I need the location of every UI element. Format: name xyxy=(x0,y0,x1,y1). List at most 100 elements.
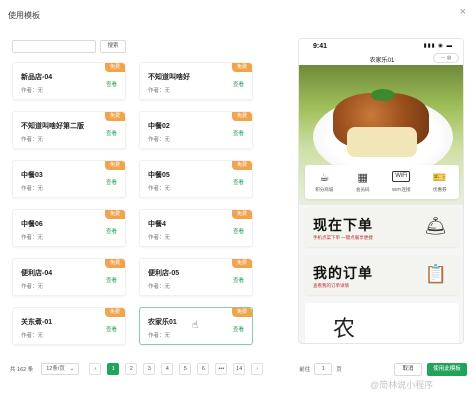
card-title: 新品店-04 xyxy=(21,74,53,81)
free-badge: 免费 xyxy=(105,308,125,317)
card-title: 中餐06 xyxy=(21,221,43,228)
view-link[interactable]: 查看 xyxy=(106,227,117,235)
qrcode-icon: ▦ xyxy=(357,172,368,184)
free-badge: 免费 xyxy=(105,112,125,121)
free-badge: 免费 xyxy=(232,112,252,121)
entry-label: 会员码 xyxy=(356,187,370,192)
phone-time: 9:41 xyxy=(313,43,328,50)
page-button[interactable]: 4 xyxy=(161,363,174,375)
card-title: 便利店-05 xyxy=(148,270,180,277)
order-now-banner: 现在下单 手机点菜下单 一键点餐享便捷 🛎 xyxy=(305,207,459,247)
cancel-button[interactable]: 取消 xyxy=(394,363,422,376)
prev-page-button[interactable]: ‹ xyxy=(89,363,102,375)
clipboard-icon: 📋 xyxy=(424,264,447,284)
entry-label: 优惠券 xyxy=(433,187,447,192)
card-author: 作者：无 xyxy=(21,137,44,143)
page-button[interactable]: 3 xyxy=(143,363,156,375)
card-title: 中餐05 xyxy=(148,172,170,179)
template-card[interactable]: 便利店-04 作者：无 免费 查看 xyxy=(12,258,126,296)
entry-points-mall: ☕ 积分商城 xyxy=(307,171,341,193)
close-icon[interactable]: × xyxy=(460,7,466,18)
card-title: 不知道叫啥好第二版 xyxy=(21,123,84,130)
card-author: 作者：无 xyxy=(148,88,171,94)
template-card[interactable]: 中餐06 作者：无 免费 查看 xyxy=(12,209,126,247)
view-link[interactable]: 查看 xyxy=(233,178,244,186)
view-link[interactable]: 查看 xyxy=(233,129,244,137)
template-card[interactable]: 不知道叫啥好 作者：无 免费 查看 xyxy=(139,62,253,100)
template-card[interactable]: 关东煮-01 作者：无 免费 查看 xyxy=(12,307,126,345)
pagination: 共 162 条 12条/页 ⌄ ‹ 1 2 3 4 5 6 ••• 14 › 前… xyxy=(10,362,342,376)
chevron-down-icon: ⌄ xyxy=(69,366,75,372)
card-author: 作者：无 xyxy=(21,88,44,94)
entry-member-code: ▦ 会员码 xyxy=(346,171,380,193)
template-card-selected[interactable]: 农家乐01 作者：无 免费 查看 ☝ xyxy=(139,307,253,345)
ticket-icon: 🎫 xyxy=(432,172,447,184)
template-card[interactable]: 中餐4 作者：无 免费 查看 xyxy=(139,209,253,247)
card-title: 中餐03 xyxy=(21,172,43,179)
card-author: 作者：无 xyxy=(148,186,171,192)
my-orders-banner: 我的订单 查看我的订单详情 📋 xyxy=(305,255,459,295)
card-title: 中餐02 xyxy=(148,123,170,130)
free-badge: 免费 xyxy=(105,63,125,72)
card-title: 不知道叫啥好 xyxy=(148,74,190,81)
cloche-icon: 🛎 xyxy=(424,216,447,236)
page-button[interactable]: 6 xyxy=(197,363,210,375)
page-ellipsis[interactable]: ••• xyxy=(215,363,228,375)
page-button[interactable]: 5 xyxy=(179,363,192,375)
template-card[interactable]: 中餐02 作者：无 免费 查看 xyxy=(139,111,253,149)
search-input[interactable] xyxy=(12,40,96,53)
tofu-shape xyxy=(347,127,417,157)
card-author: 作者：无 xyxy=(148,137,171,143)
garnish-shape xyxy=(371,89,395,101)
view-link[interactable]: 查看 xyxy=(233,80,244,88)
view-link[interactable]: 查看 xyxy=(106,80,117,88)
miniprogram-capsule-icon: ··· ◎ xyxy=(433,53,459,63)
page-button[interactable]: 14 xyxy=(233,363,246,375)
template-card[interactable]: 中餐03 作者：无 免费 查看 xyxy=(12,160,126,198)
phone-preview: 9:41 ▮▮▮ ◉ ▬ 农家乐01 ··· ◎ ☕ 积分商城 ▦ 会员码 Wi… xyxy=(298,38,464,344)
entry-wifi: WiFi WIFI连接 xyxy=(384,171,418,193)
free-badge: 免费 xyxy=(232,308,252,317)
free-badge: 免费 xyxy=(232,210,252,219)
goto-unit: 页 xyxy=(336,367,342,373)
card-title: 中餐4 xyxy=(148,221,166,228)
card-author: 作者：无 xyxy=(148,284,171,290)
card-title: 关东煮-01 xyxy=(21,319,53,326)
banner-title: 我的订单 xyxy=(313,266,373,282)
page-button[interactable]: 2 xyxy=(125,363,138,375)
page-button[interactable]: 1 xyxy=(107,363,120,375)
template-card[interactable]: 中餐05 作者：无 免费 查看 xyxy=(139,160,253,198)
hand-cursor-icon: ☝ xyxy=(192,320,199,331)
banner-subtitle: 查看我的订单详情 xyxy=(313,283,349,288)
signal-icon: ▮▮▮ ◉ ▬ xyxy=(423,43,453,49)
view-link[interactable]: 查看 xyxy=(106,129,117,137)
search-button[interactable]: 搜索 xyxy=(100,40,126,53)
view-link[interactable]: 查看 xyxy=(233,325,244,333)
banner-title: 现在下单 xyxy=(313,218,373,234)
free-badge: 免费 xyxy=(105,259,125,268)
goto-page-input[interactable]: 1 xyxy=(314,363,333,375)
page-size-value: 12条/页 xyxy=(46,366,65,372)
view-link[interactable]: 查看 xyxy=(106,325,117,333)
template-grid: 新品店-04 作者：无 免费 查看 不知道叫啥好 作者：无 免费 查看 不知道叫… xyxy=(12,62,262,347)
view-link[interactable]: 查看 xyxy=(233,227,244,235)
template-dialog: 使用模板 × 搜索 新品店-04 作者：无 免费 查看 不知道叫啥好 作者：无 … xyxy=(0,0,476,400)
use-template-button[interactable]: 使用此模板 xyxy=(427,363,467,376)
teapot-icon: ☕ xyxy=(319,172,330,184)
view-link[interactable]: 查看 xyxy=(106,178,117,186)
entry-coupon: 🎫 优惠券 xyxy=(423,171,457,193)
page-size-select[interactable]: 12条/页 ⌄ xyxy=(41,363,80,375)
card-author: 作者：无 xyxy=(21,186,44,192)
next-page-button[interactable]: › xyxy=(251,363,264,375)
quick-entry-row: ☕ 积分商城 ▦ 会员码 WiFi WIFI连接 🎫 优惠券 xyxy=(305,165,459,199)
free-badge: 免费 xyxy=(232,259,252,268)
template-card[interactable]: 新品店-04 作者：无 免费 查看 xyxy=(12,62,126,100)
view-link[interactable]: 查看 xyxy=(106,276,117,284)
card-author: 作者：无 xyxy=(21,284,44,290)
total-count: 共 162 条 xyxy=(10,367,34,373)
card-title: 农家乐01 xyxy=(148,319,177,326)
card-author: 作者：无 xyxy=(21,333,44,339)
template-card[interactable]: 不知道叫啥好第二版 作者：无 免费 查看 xyxy=(12,111,126,149)
view-link[interactable]: 查看 xyxy=(233,276,244,284)
template-card[interactable]: 便利店-05 作者：无 免费 查看 xyxy=(139,258,253,296)
